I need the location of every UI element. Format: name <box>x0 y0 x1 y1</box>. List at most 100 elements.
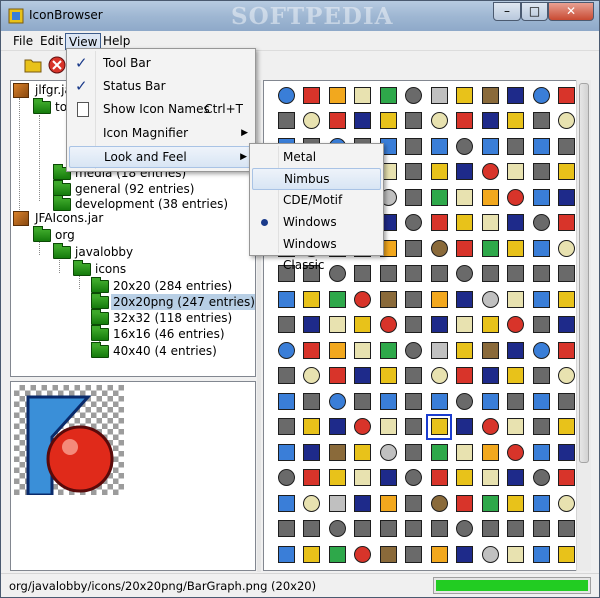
icon-cell[interactable] <box>504 109 528 133</box>
icon-cell[interactable] <box>529 415 553 439</box>
icon-cell[interactable] <box>529 313 553 337</box>
icon-cell[interactable] <box>376 313 400 337</box>
icon-cell[interactable] <box>325 287 349 311</box>
icon-cell[interactable] <box>478 109 502 133</box>
icon-cell[interactable] <box>427 83 451 107</box>
icon-cell[interactable] <box>274 83 298 107</box>
icon-cell[interactable] <box>351 568 375 571</box>
icon-cell[interactable] <box>504 287 528 311</box>
icon-cell[interactable] <box>351 389 375 413</box>
icon-cell[interactable] <box>402 491 426 515</box>
icon-cell[interactable] <box>453 287 477 311</box>
icon-cell[interactable] <box>453 338 477 362</box>
icon-cell[interactable] <box>402 262 426 286</box>
icon-cell[interactable] <box>504 364 528 388</box>
icon-cell[interactable] <box>504 517 528 541</box>
icon-cell[interactable] <box>351 491 375 515</box>
icon-cell[interactable] <box>325 313 349 337</box>
icon-cell[interactable] <box>402 364 426 388</box>
stop-icon[interactable] <box>47 55 67 75</box>
icon-cell[interactable] <box>427 262 451 286</box>
icon-cell[interactable] <box>453 440 477 464</box>
icon-cell[interactable] <box>529 568 553 571</box>
icon-cell[interactable] <box>402 211 426 235</box>
icon-cell[interactable] <box>478 83 502 107</box>
icon-cell[interactable] <box>504 134 528 158</box>
icon-cell[interactable] <box>504 491 528 515</box>
icon-cell[interactable] <box>529 389 553 413</box>
icon-cell[interactable] <box>453 466 477 490</box>
icon-cell[interactable] <box>478 236 502 260</box>
icon-cell[interactable] <box>402 160 426 184</box>
icon-cell[interactable] <box>529 211 553 235</box>
icon-cell[interactable] <box>274 491 298 515</box>
icon-cell[interactable] <box>529 185 553 209</box>
maximize-button[interactable]: □ <box>521 2 548 21</box>
icon-cell[interactable] <box>504 236 528 260</box>
icon-cell[interactable] <box>325 338 349 362</box>
icon-cell[interactable] <box>300 287 324 311</box>
icon-cell[interactable] <box>555 313 579 337</box>
icon-cell[interactable] <box>325 389 349 413</box>
icon-cell[interactable] <box>529 517 553 541</box>
icon-cell[interactable] <box>453 185 477 209</box>
icon-cell[interactable] <box>427 160 451 184</box>
menu-edit[interactable]: Edit <box>37 33 66 50</box>
icon-cell[interactable] <box>427 338 451 362</box>
icon-cell[interactable] <box>300 109 324 133</box>
icon-cell[interactable] <box>351 542 375 566</box>
icon-cell[interactable] <box>325 491 349 515</box>
icon-cell[interactable] <box>555 83 579 107</box>
icon-cell[interactable] <box>351 83 375 107</box>
icon-cell[interactable] <box>300 568 324 571</box>
icon-cell[interactable] <box>402 517 426 541</box>
icon-cell[interactable] <box>453 517 477 541</box>
icon-cell[interactable] <box>274 109 298 133</box>
icon-cell[interactable] <box>555 262 579 286</box>
icon-cell[interactable] <box>529 236 553 260</box>
icon-cell[interactable] <box>555 287 579 311</box>
icon-cell[interactable] <box>555 542 579 566</box>
icon-cell[interactable] <box>402 109 426 133</box>
icon-cell[interactable] <box>351 109 375 133</box>
icon-cell[interactable] <box>402 440 426 464</box>
icon-cell[interactable] <box>325 466 349 490</box>
icon-cell[interactable] <box>504 415 528 439</box>
icon-cell[interactable] <box>300 440 324 464</box>
icon-cell[interactable] <box>300 415 324 439</box>
icon-cell[interactable] <box>300 83 324 107</box>
icon-cell[interactable] <box>478 313 502 337</box>
icon-cell[interactable] <box>402 313 426 337</box>
icon-cell[interactable] <box>351 338 375 362</box>
icon-cell[interactable] <box>555 134 579 158</box>
laf-windows[interactable]: Windows <box>252 212 381 234</box>
icon-cell[interactable] <box>402 185 426 209</box>
icon-cell[interactable] <box>300 491 324 515</box>
icon-cell[interactable] <box>376 542 400 566</box>
icon-cell[interactable] <box>427 517 451 541</box>
icon-cell[interactable] <box>300 466 324 490</box>
icon-cell[interactable] <box>453 364 477 388</box>
icon-cell[interactable] <box>478 338 502 362</box>
icon-cell[interactable] <box>402 236 426 260</box>
icon-cell[interactable] <box>376 517 400 541</box>
icon-cell[interactable] <box>351 466 375 490</box>
laf-nimbus[interactable]: Nimbus <box>252 168 381 190</box>
icon-cell[interactable] <box>427 568 451 571</box>
scrollbar-thumb[interactable] <box>579 83 589 463</box>
icon-cell[interactable] <box>402 542 426 566</box>
icon-cell[interactable] <box>427 440 451 464</box>
icon-cell[interactable] <box>402 568 426 571</box>
laf-metal[interactable]: Metal <box>252 147 381 169</box>
close-button[interactable]: ✕ <box>548 2 594 21</box>
icon-cell[interactable] <box>529 466 553 490</box>
icon-cell[interactable] <box>453 389 477 413</box>
menu-file[interactable]: File <box>10 33 36 50</box>
icon-cell[interactable] <box>325 440 349 464</box>
icon-cell[interactable] <box>402 338 426 362</box>
icon-cell[interactable] <box>376 109 400 133</box>
minimize-button[interactable]: – <box>493 2 521 21</box>
menu-item-look-and-feel[interactable]: Look and Feel ▶ <box>69 146 253 168</box>
menu-item-show-icon-names[interactable]: Show Icon Names Ctrl+T <box>69 99 253 121</box>
icon-cell[interactable] <box>325 415 349 439</box>
